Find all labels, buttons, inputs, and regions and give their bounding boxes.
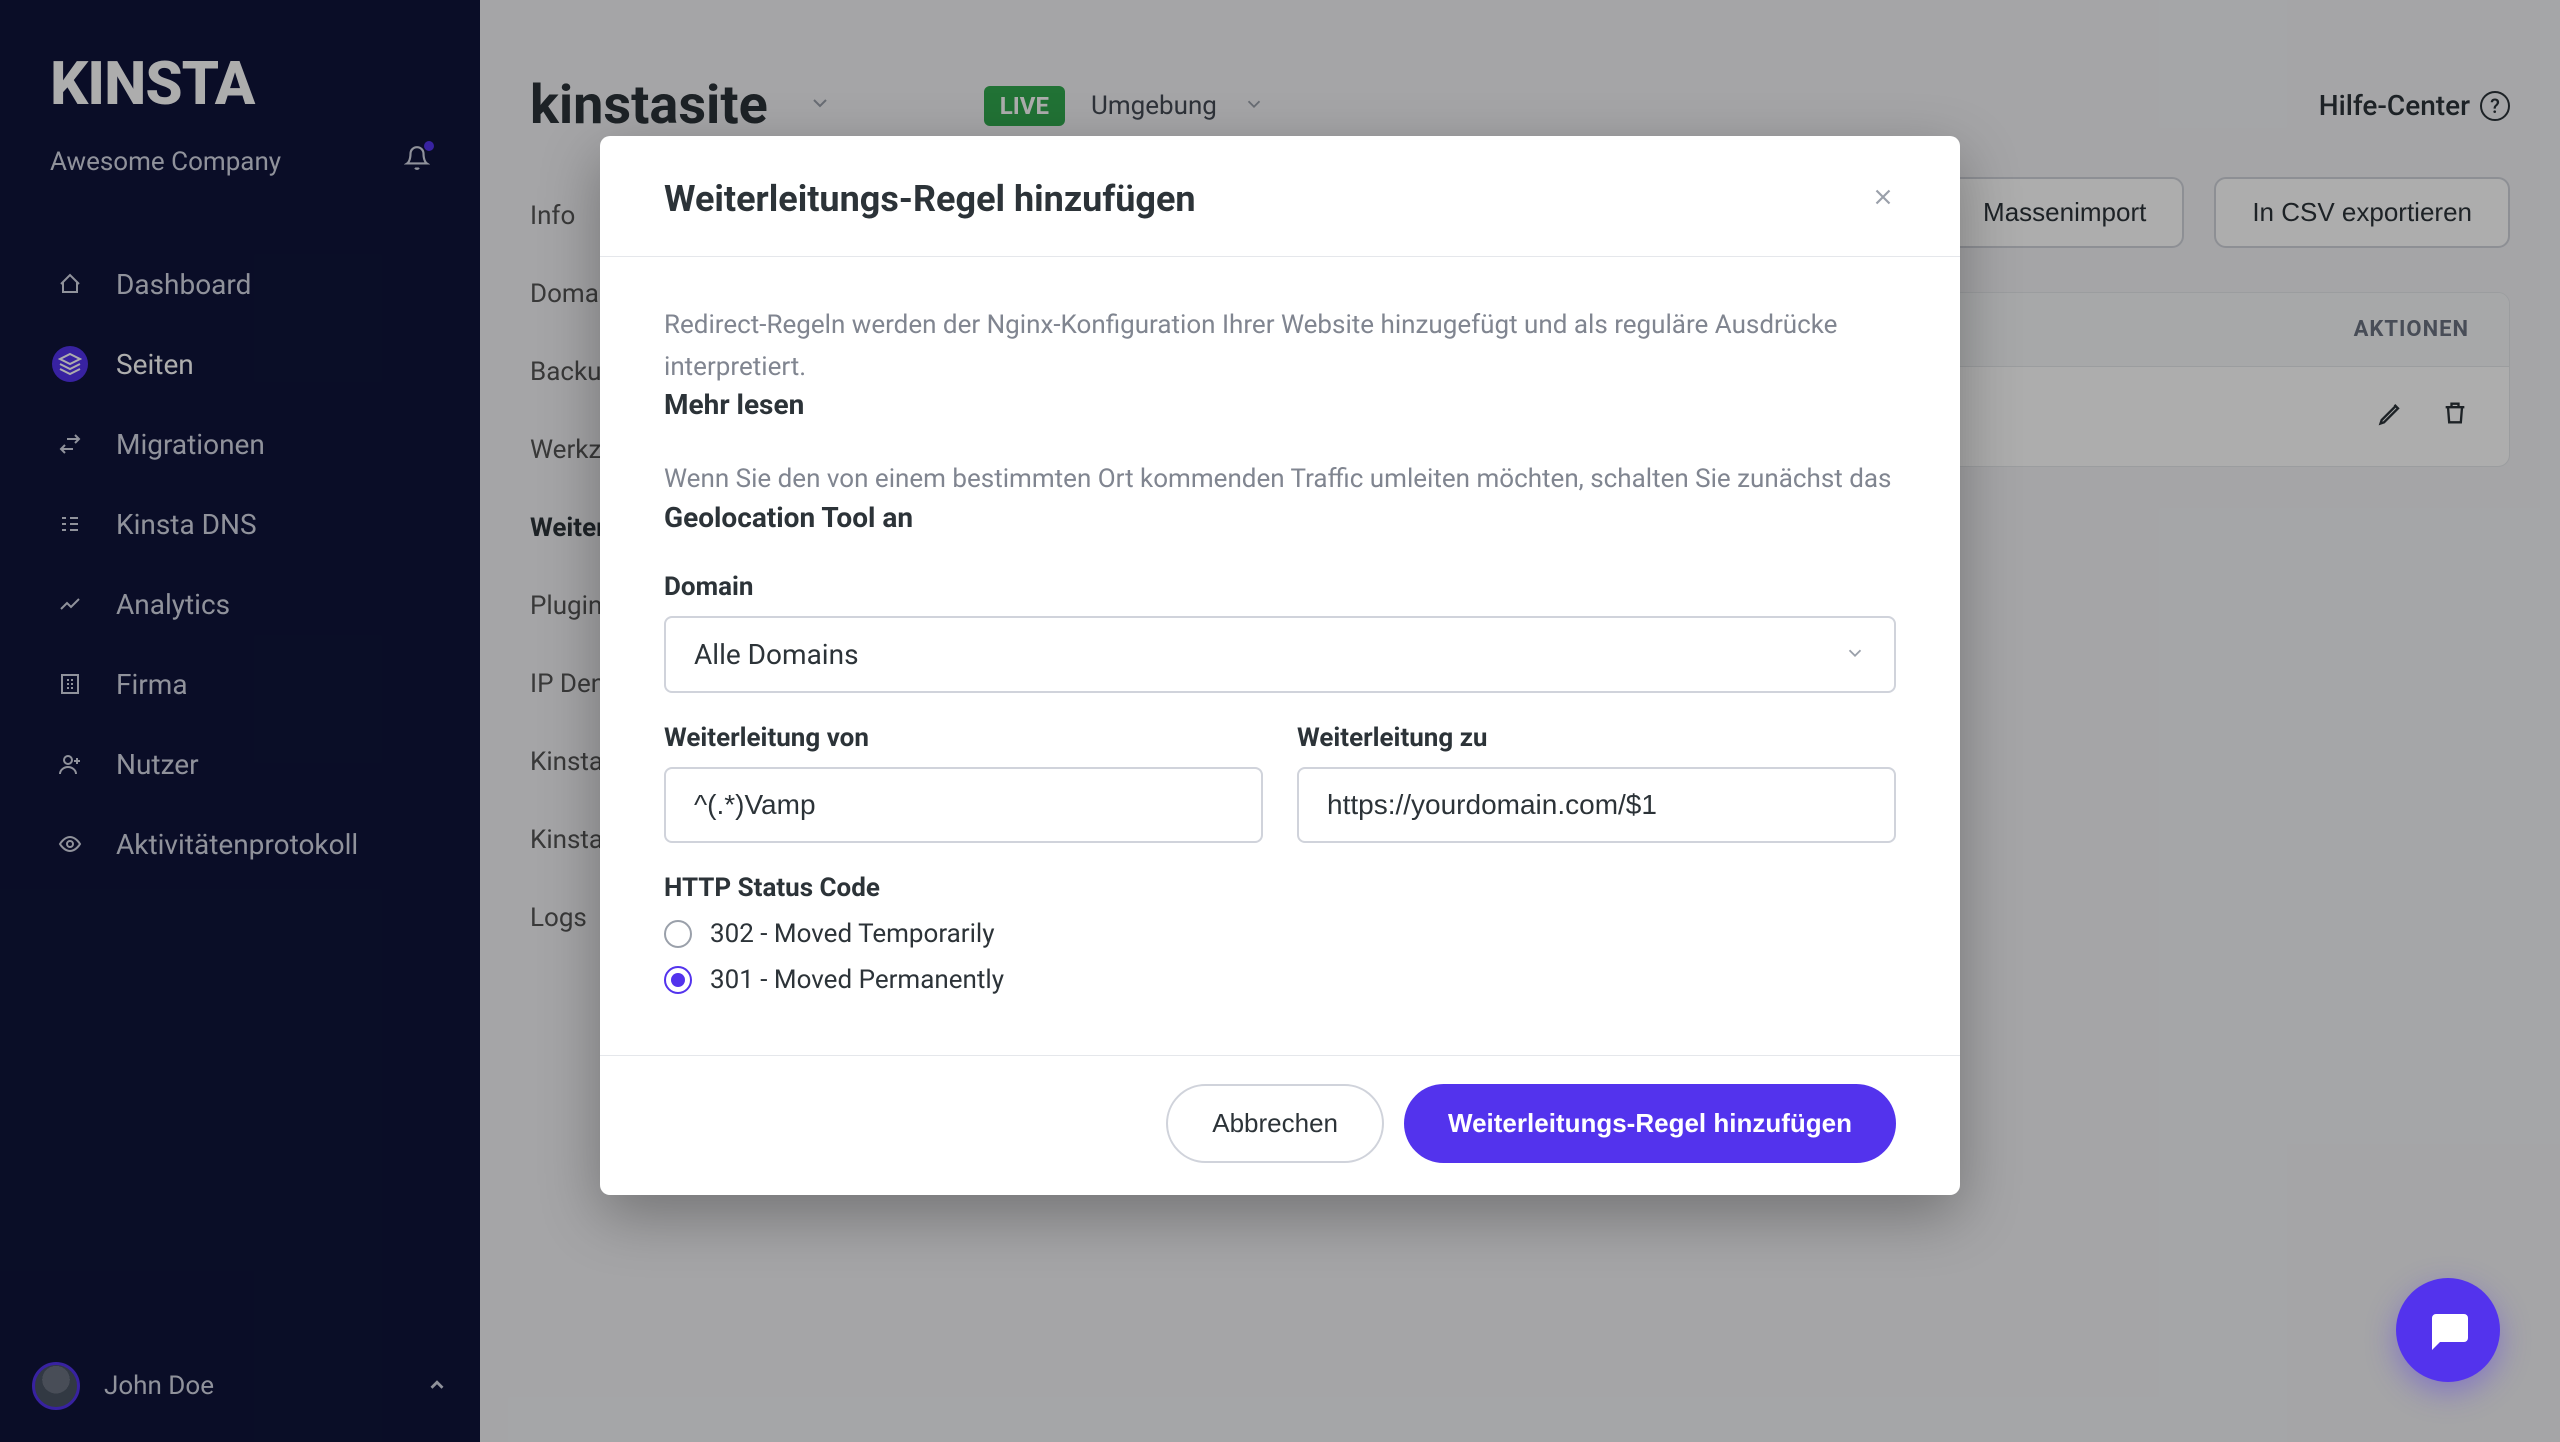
modal-title: Weiterleitungs-Regel hinzufügen <box>664 178 1196 220</box>
submit-button[interactable]: Weiterleitungs-Regel hinzufügen <box>1404 1084 1896 1163</box>
redirect-fields: Weiterleitung von Weiterleitung zu <box>664 723 1896 843</box>
geolocation-link[interactable]: Geolocation Tool an <box>664 501 913 534</box>
chat-icon <box>2424 1306 2472 1354</box>
hint-text-2: Wenn Sie den von einem bestimmten Ort ko… <box>664 464 1891 494</box>
hint-paragraph-2: Wenn Sie den von einem bestimmten Ort ko… <box>664 459 1896 534</box>
to-label: Weiterleitung zu <box>1297 723 1896 753</box>
radio-301-label: 301 - Moved Permanently <box>710 965 1004 995</box>
redirect-from-input[interactable] <box>664 767 1263 843</box>
close-icon[interactable] <box>1870 180 1896 218</box>
chat-fab[interactable] <box>2396 1278 2500 1382</box>
read-more-link[interactable]: Mehr lesen <box>664 388 804 421</box>
modal-body: Redirect-Regeln werden der Nginx-Konfigu… <box>600 257 1960 1055</box>
modal-overlay: Weiterleitungs-Regel hinzufügen Redirect… <box>0 0 2560 1442</box>
cancel-button[interactable]: Abbrechen <box>1166 1084 1384 1163</box>
status-label: HTTP Status Code <box>664 873 1896 903</box>
modal-footer: Abbrechen Weiterleitungs-Regel hinzufüge… <box>600 1055 1960 1195</box>
chevron-down-icon <box>1844 638 1866 671</box>
redirect-to-field: Weiterleitung zu <box>1297 723 1896 843</box>
status-code-group: HTTP Status Code 302 - Moved Temporarily… <box>664 873 1896 995</box>
radio-icon <box>664 966 692 994</box>
radio-icon <box>664 920 692 948</box>
hint-paragraph-1: Redirect-Regeln werden der Nginx-Konfigu… <box>664 305 1896 421</box>
domain-label: Domain <box>664 572 1896 602</box>
radio-302-label: 302 - Moved Temporarily <box>710 919 995 949</box>
modal-header: Weiterleitungs-Regel hinzufügen <box>600 136 1960 257</box>
domain-field: Domain Alle Domains <box>664 572 1896 693</box>
redirect-to-input[interactable] <box>1297 767 1896 843</box>
domain-select[interactable]: Alle Domains <box>664 616 1896 693</box>
hint-text-1: Redirect-Regeln werden der Nginx-Konfigu… <box>664 310 1837 382</box>
add-redirect-modal: Weiterleitungs-Regel hinzufügen Redirect… <box>600 136 1960 1195</box>
radio-302[interactable]: 302 - Moved Temporarily <box>664 919 1896 949</box>
from-label: Weiterleitung von <box>664 723 1263 753</box>
radio-301[interactable]: 301 - Moved Permanently <box>664 965 1896 995</box>
redirect-from-field: Weiterleitung von <box>664 723 1263 843</box>
domain-value: Alle Domains <box>694 638 859 671</box>
